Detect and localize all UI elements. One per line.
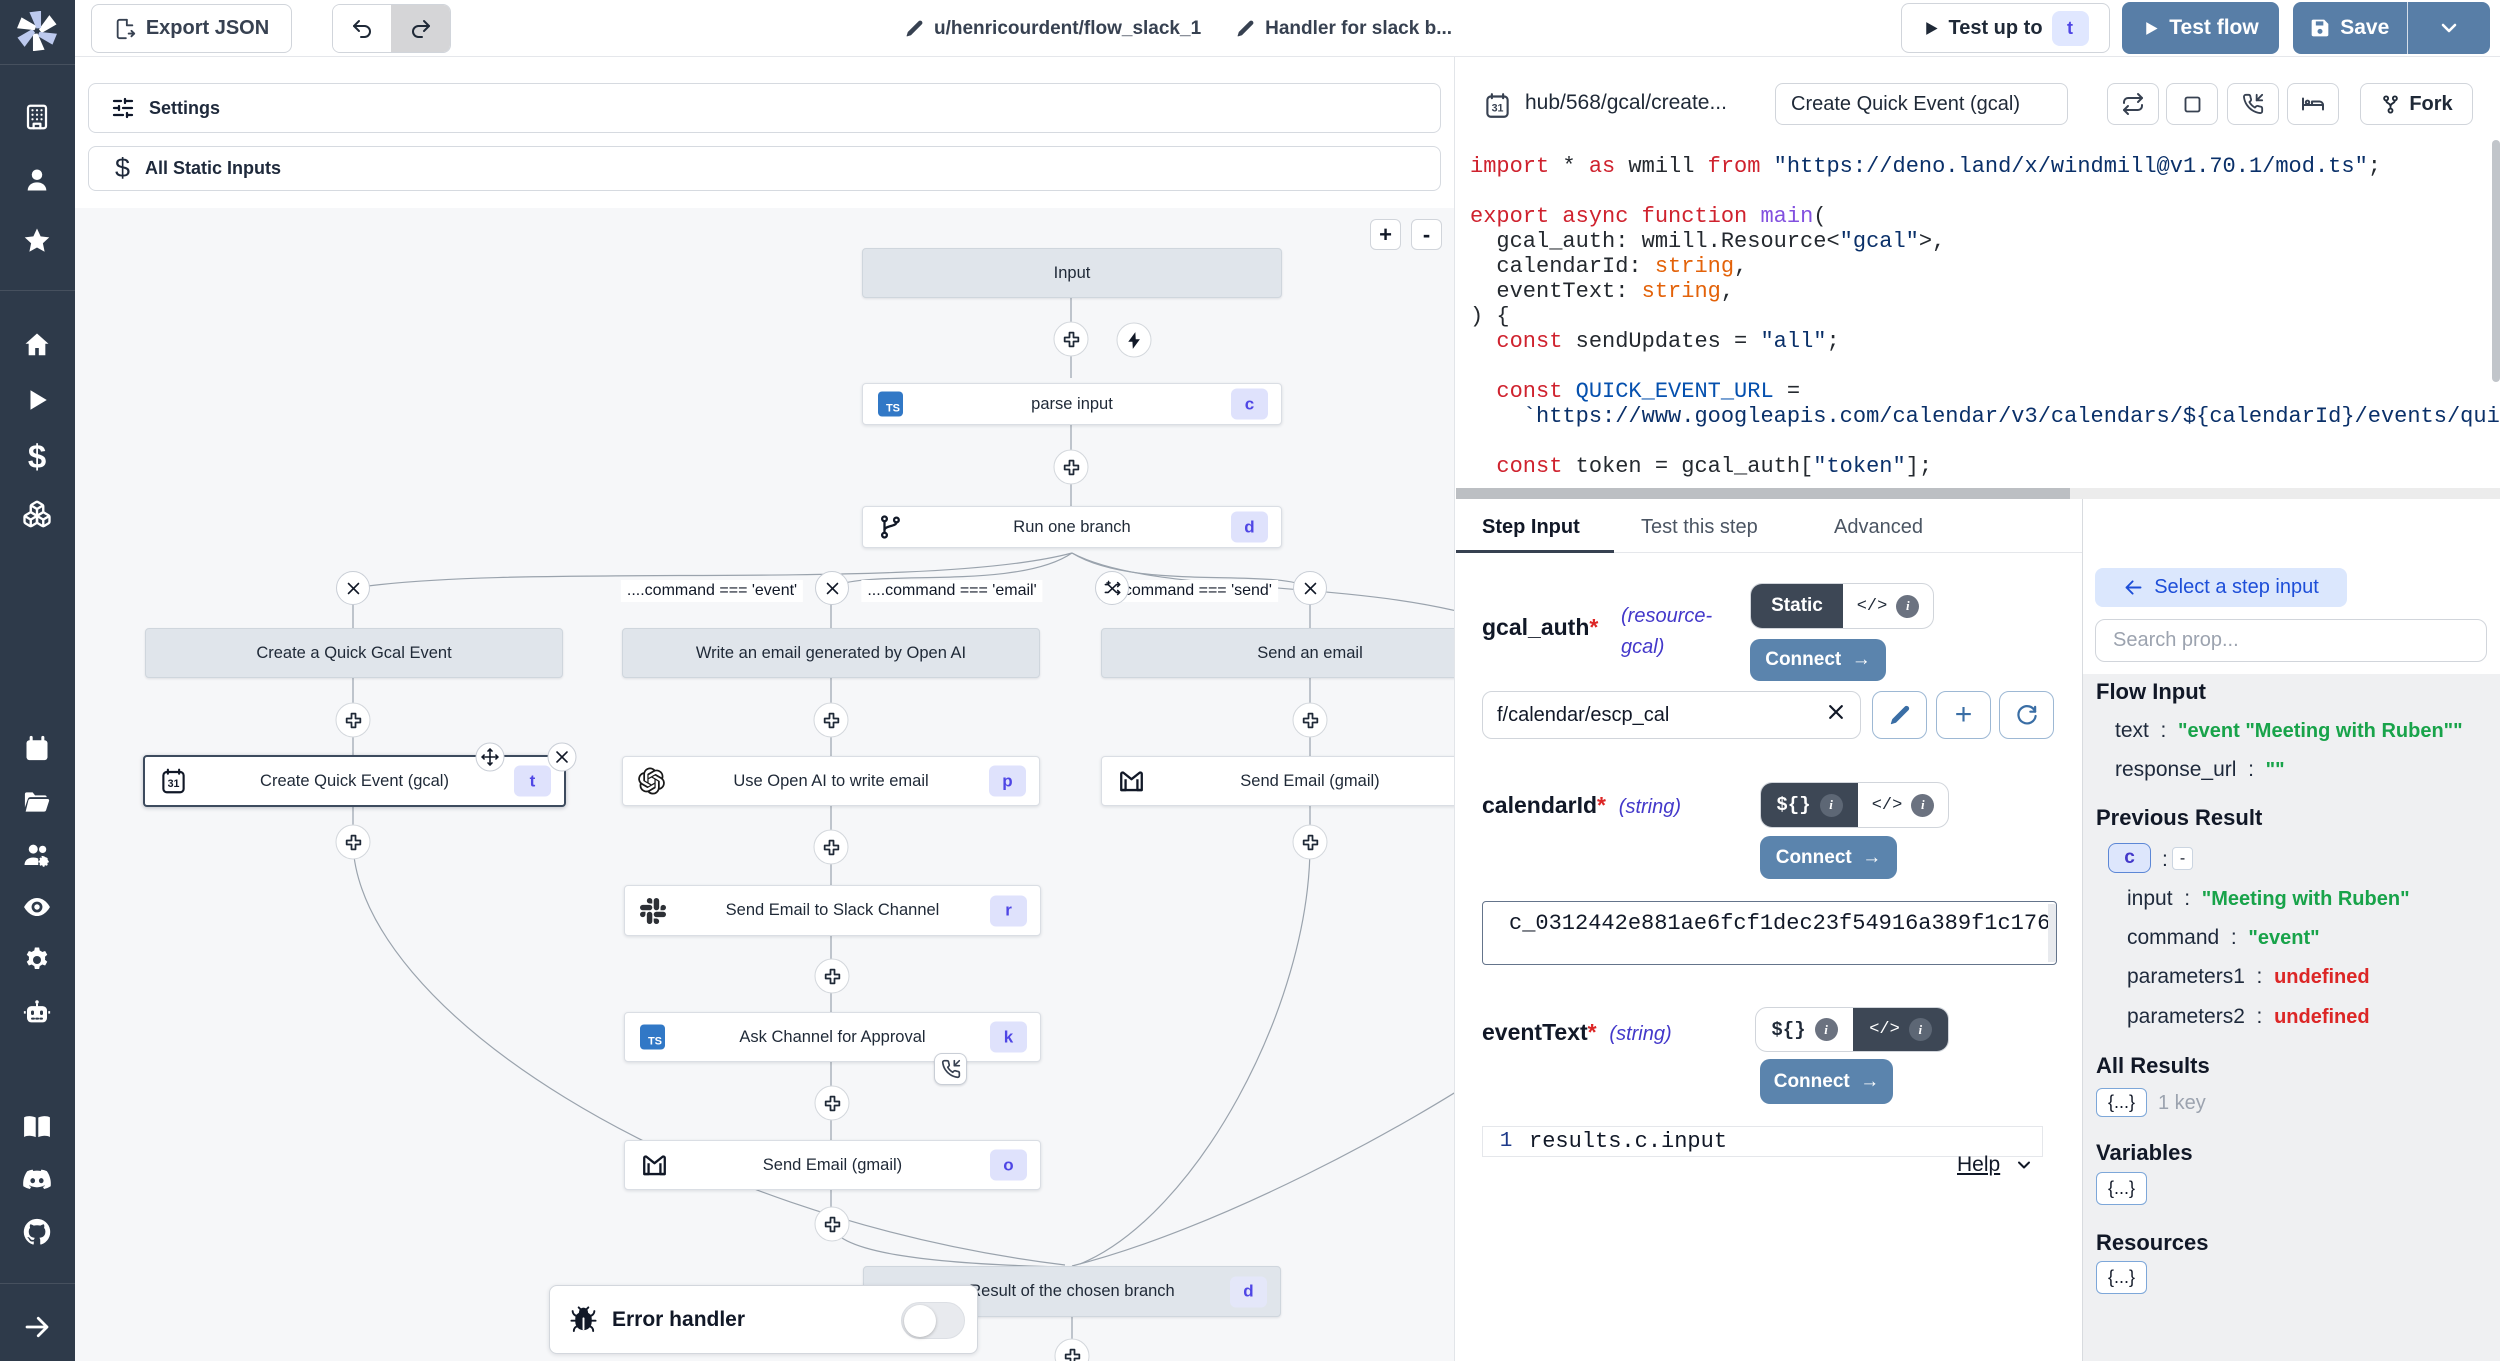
svg-text:31: 31 (1492, 103, 1504, 115)
